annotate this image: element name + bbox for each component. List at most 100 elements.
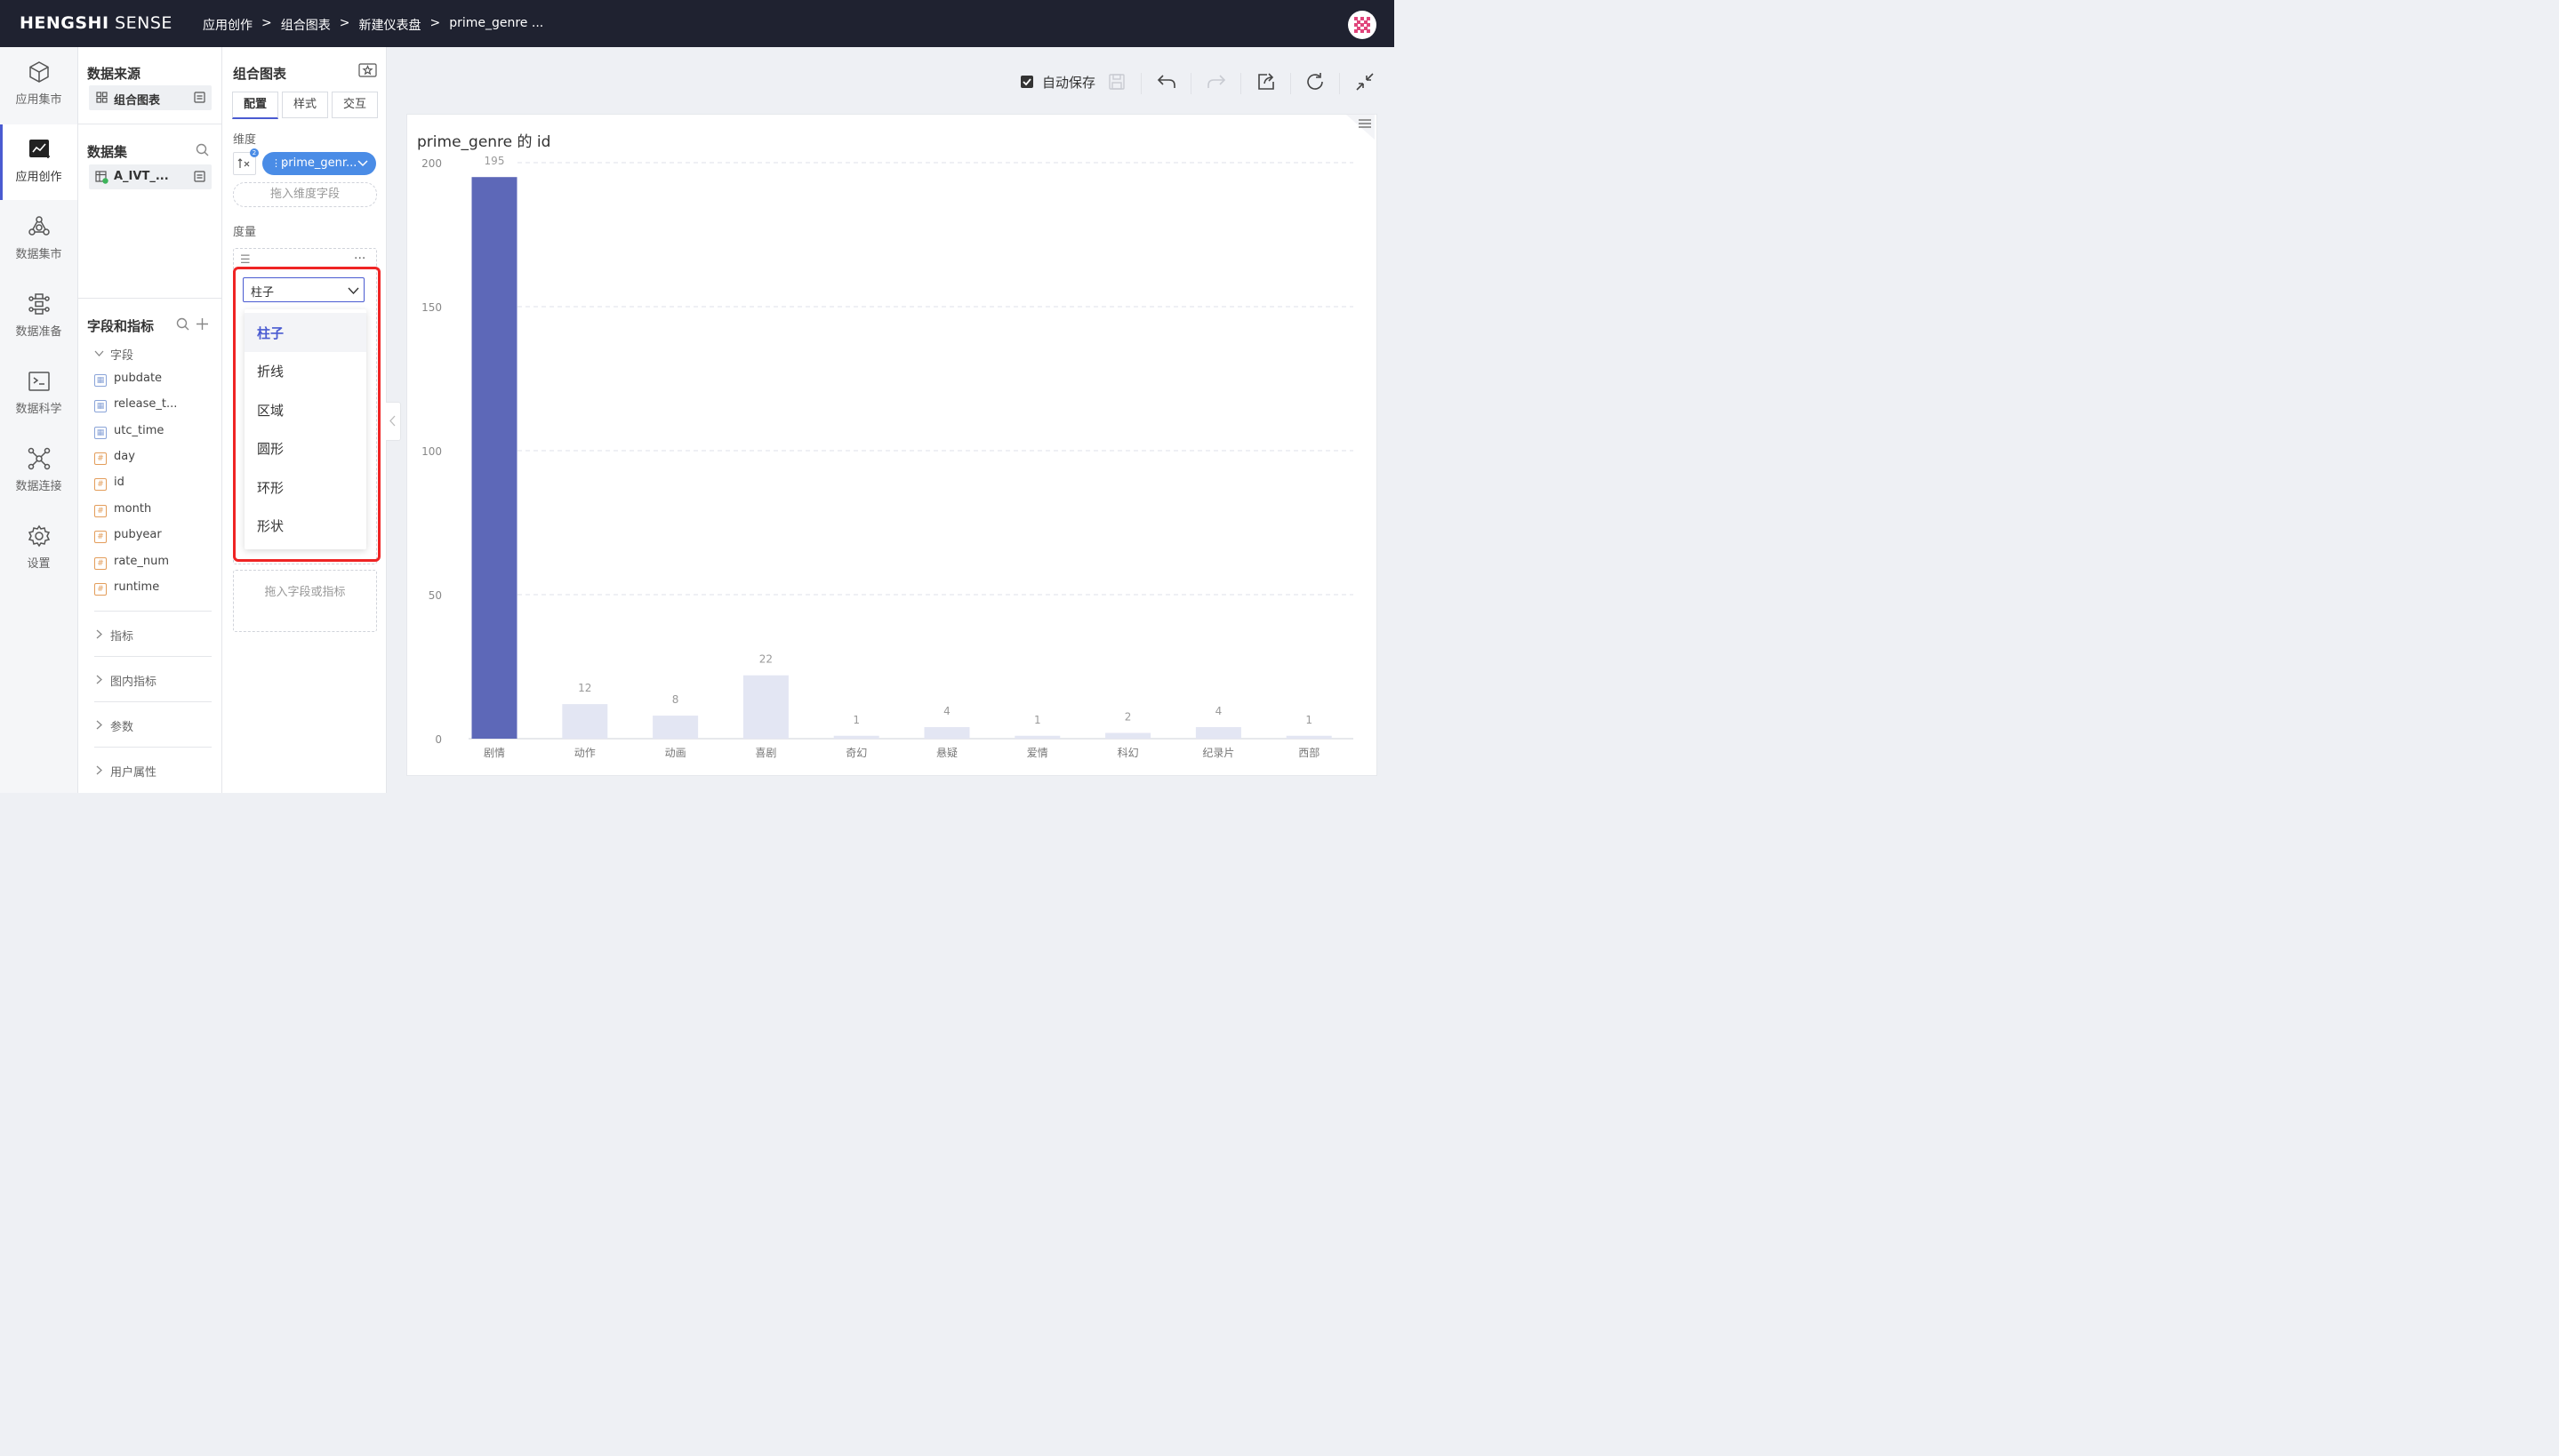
nav-label: 应用集市 [15, 93, 62, 107]
share-icon[interactable] [1255, 71, 1277, 92]
x-tick-label: 动画 [665, 747, 686, 759]
toolbar-divider [1141, 73, 1142, 94]
bar [742, 675, 789, 739]
nav-label: 设置 [27, 557, 51, 571]
calendar-icon: ▦ [94, 427, 107, 439]
grid-icon [96, 92, 108, 103]
undo-icon[interactable] [1156, 71, 1177, 92]
brand-logo[interactable]: HENGSHI SENSE [20, 13, 172, 33]
tab-config[interactable]: 配置 [232, 92, 278, 119]
number-icon: # [94, 452, 107, 465]
bar-value-label: 195 [485, 155, 505, 167]
number-icon: # [94, 583, 107, 596]
measure-label: 度量 [233, 226, 257, 239]
data-source-chip[interactable]: 组合图表 [89, 85, 212, 110]
bar-value-label: 1 [853, 714, 860, 726]
dimension-pill[interactable]: ⋮⋮ prime_genr... [262, 152, 376, 175]
nav-settings[interactable]: 设置 [0, 511, 77, 587]
bar [1105, 732, 1151, 739]
bar-chart: 0 50 100 150 200 195 剧情 12 动作 8 动画 22 喜剧 1 奇幻 4 悬疑 1 爱情 2 科幻… [421, 155, 1353, 759]
top-bar: HENGSHI SENSE 应用创作 > 组合图表 > 新建仪表盘 > prim… [0, 0, 1394, 47]
nav-data-prep[interactable]: 数据准备 [0, 279, 77, 355]
chevron-right-icon [96, 629, 102, 639]
x-tick-label: 纪录片 [1202, 747, 1234, 759]
field-name: release_t... [114, 397, 178, 411]
search-icon[interactable] [176, 317, 189, 331]
field-drop-zone[interactable]: 拖入字段或指标 [233, 570, 377, 632]
save-icon[interactable] [1106, 71, 1127, 92]
chevron-right-icon [96, 675, 102, 684]
redo-icon[interactable] [1206, 71, 1227, 92]
field-name: pubdate [114, 372, 163, 385]
bar-value-label: 1 [1034, 714, 1041, 726]
bar-value-label: 8 [672, 693, 679, 706]
option-line[interactable]: 折线 [245, 351, 366, 390]
add-icon[interactable] [196, 317, 209, 331]
x-tick-label: 悬疑 [936, 746, 958, 759]
option-label: 柱子 [257, 325, 285, 341]
group-label: 指标 [110, 630, 134, 644]
menu-lines-icon[interactable]: ☰ [240, 253, 251, 267]
dimension-count-badge: 2 [250, 148, 259, 157]
data-source-panel: 数据来源 组合图表 数据集 A_IVT_... 字段和指标 字段 ▦ pubdat… [78, 47, 222, 793]
breadcrumb-combo-chart[interactable]: 组合图表 [281, 16, 331, 34]
group-label: 图内指标 [110, 676, 157, 689]
chevron-down-icon [94, 350, 104, 356]
nav-data-connect[interactable]: 数据连接 [0, 434, 77, 509]
avatar[interactable] [1348, 11, 1376, 39]
bar-value-label: 1 [1305, 714, 1312, 726]
nav-dataset-market[interactable]: 数据集市 [0, 202, 77, 277]
tab-interaction[interactable]: 交互 [332, 92, 378, 118]
x-tick-label: 喜剧 [755, 747, 776, 759]
breadcrumb-separator: > [261, 16, 272, 30]
collapse-panel-tab[interactable] [386, 402, 401, 441]
copy-icon[interactable] [194, 92, 205, 103]
data-source-chip-label: 组合图表 [114, 94, 161, 108]
calendar-icon: ▦ [94, 400, 107, 412]
dataset-chip[interactable]: A_IVT_... [89, 164, 212, 189]
breadcrumb-dashboard[interactable]: 新建仪表盘 [358, 16, 421, 34]
chart-type-select[interactable]: 柱子 [243, 277, 365, 302]
y-tick-label: 100 [421, 445, 442, 458]
dimension-drop-zone[interactable]: 拖入维度字段 [233, 182, 377, 207]
option-ring[interactable]: 环形 [245, 468, 366, 507]
bar [1286, 735, 1332, 739]
collapse-icon[interactable] [1354, 71, 1376, 92]
nav-app-create[interactable]: 应用创作 [0, 124, 77, 200]
bar-value-label: 2 [1125, 711, 1132, 724]
sort-toggle[interactable]: 2 [233, 148, 259, 175]
tab-style[interactable]: 样式 [282, 92, 328, 118]
chevron-down-icon [357, 160, 368, 167]
option-circle[interactable]: 圆形 [245, 428, 366, 468]
breadcrumb-current: prime_genre ... [449, 16, 544, 30]
autosave-label: 自动保存 [1042, 74, 1096, 91]
field-name: utc_time [114, 424, 164, 437]
refresh-icon[interactable] [1304, 71, 1326, 92]
copy-icon[interactable] [194, 171, 205, 182]
field-name: pubyear [114, 528, 162, 541]
dataset-title: 数据集 [87, 144, 128, 160]
toolbar-divider [1339, 73, 1340, 94]
chart-type-dropdown: 柱子 折线 区域 圆形 环形 形状 [245, 309, 366, 549]
bar-value-label: 4 [943, 705, 951, 717]
nav-label: 应用创作 [15, 171, 62, 184]
star-frame-icon[interactable] [358, 63, 377, 77]
autosave-toggle[interactable]: 自动保存 [1021, 71, 1095, 92]
option-shape[interactable]: 形状 [245, 506, 366, 545]
search-icon[interactable] [196, 143, 209, 156]
more-icon[interactable]: ··· [354, 252, 365, 266]
nav-data-science[interactable]: 数据科学 [0, 356, 77, 432]
option-label: 形状 [257, 518, 285, 534]
nav-app-market[interactable]: 应用集市 [0, 47, 77, 123]
chevron-right-icon [96, 765, 102, 775]
breadcrumb-app-create[interactable]: 应用创作 [203, 16, 253, 34]
left-nav: 应用集市 应用创作 数据集市 数据准备 数据科学 数据连接 设置 [0, 47, 78, 793]
corner-menu-icon[interactable] [1346, 115, 1375, 140]
option-bar[interactable]: 柱子 [245, 313, 366, 352]
bar [653, 716, 699, 739]
field-name: rate_num [114, 555, 170, 568]
bar-value-label: 22 [759, 653, 773, 666]
bar [1015, 735, 1061, 739]
number-icon: # [94, 531, 107, 543]
option-area[interactable]: 区域 [245, 390, 366, 429]
